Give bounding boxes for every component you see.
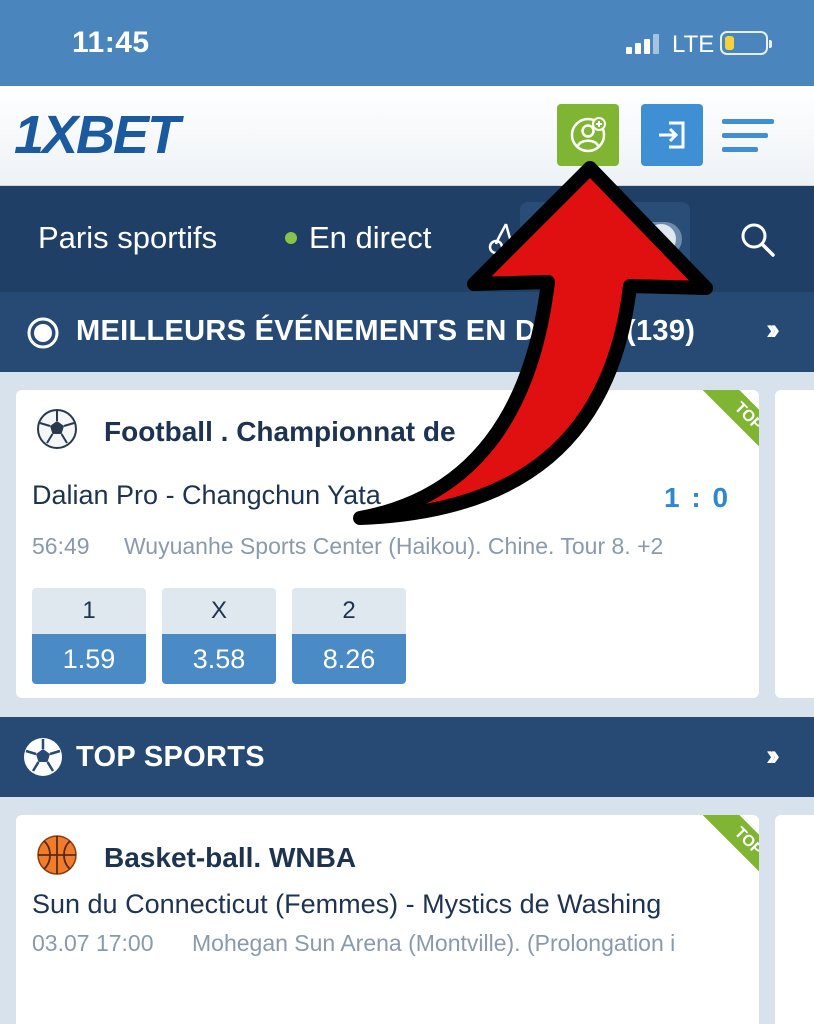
top-sports-title: TOP SPORTS	[76, 741, 265, 773]
odds-value: 8.26	[292, 634, 406, 684]
top-badge: TOP	[689, 815, 759, 885]
status-time: 11:45	[72, 26, 150, 59]
live-events-title: MEILLEURS ÉVÉNEMENTS EN DI	[76, 315, 545, 347]
soccer-ball-icon	[24, 738, 62, 776]
soccer-ball-icon	[37, 409, 77, 449]
top-sports-header[interactable]: TOP SPORTS ››	[0, 717, 814, 797]
live-event-time: 56:49	[32, 533, 90, 559]
odds-label: 1	[32, 588, 146, 634]
status-bar: 11:45 LTE	[0, 0, 814, 86]
top-badge: TOP	[689, 390, 759, 460]
app-header: 1XBET	[0, 86, 814, 186]
top-sports-more-icon[interactable]: ››	[766, 739, 780, 773]
top-event-venue: Mohegan Sun Arena (Montville). (Prolonga…	[192, 930, 676, 956]
network-type: LTE	[672, 31, 715, 58]
odds-button-x[interactable]: X 3.58	[162, 588, 276, 684]
search-icon[interactable]	[740, 222, 776, 258]
hamburger-menu-icon[interactable]	[722, 116, 778, 156]
nav-live[interactable]: En direct	[309, 220, 431, 256]
toggle-knob	[646, 224, 676, 254]
top-event-teams: Sun du Connecticut (Femmes) - Mystics de…	[32, 889, 662, 919]
live-event-teams: Dalian Pro - Changchun Yata	[32, 480, 381, 510]
sign-in-icon	[659, 121, 685, 149]
live-event-score: 1 : 0	[664, 482, 731, 513]
top-nav: Paris sportifs En direct	[0, 186, 814, 292]
live-radio-icon	[27, 317, 59, 349]
live-events-more-icon[interactable]: ››	[766, 313, 780, 347]
odds-button-2[interactable]: 2 8.26	[292, 588, 406, 684]
top-event-datetime: 03.07 17:00	[32, 930, 154, 956]
register-button[interactable]	[557, 104, 619, 166]
live-event-sport: Football . Championnat de	[104, 416, 456, 447]
live-indicator-icon	[285, 232, 297, 244]
odds-value: 3.58	[162, 634, 276, 684]
live-events-header[interactable]: MEILLEURS ÉVÉNEMENTS EN DI (139) ››	[0, 292, 814, 372]
user-plus-icon	[570, 117, 606, 153]
basketball-icon	[37, 835, 77, 875]
odds-value: 1.59	[32, 634, 146, 684]
live-events-count: (139)	[626, 315, 696, 347]
cherries-icon[interactable]	[488, 220, 522, 256]
battery-icon	[720, 31, 772, 55]
nav-sports[interactable]: Paris sportifs	[38, 220, 217, 256]
next-top-card-peek[interactable]	[775, 815, 814, 1024]
next-event-card-peek[interactable]	[775, 390, 814, 698]
brand-logo[interactable]: 1XBET	[14, 104, 180, 166]
odds-button-1[interactable]: 1 1.59	[32, 588, 146, 684]
signal-icon	[626, 34, 662, 54]
live-event-venue: Wuyuanhe Sports Center (Haikou). Chine. …	[124, 533, 664, 559]
odds-label: X	[162, 588, 276, 634]
top-event-sport: Basket-ball. WNBA	[104, 842, 357, 873]
odds-label: 2	[292, 588, 406, 634]
login-button[interactable]	[641, 104, 703, 166]
